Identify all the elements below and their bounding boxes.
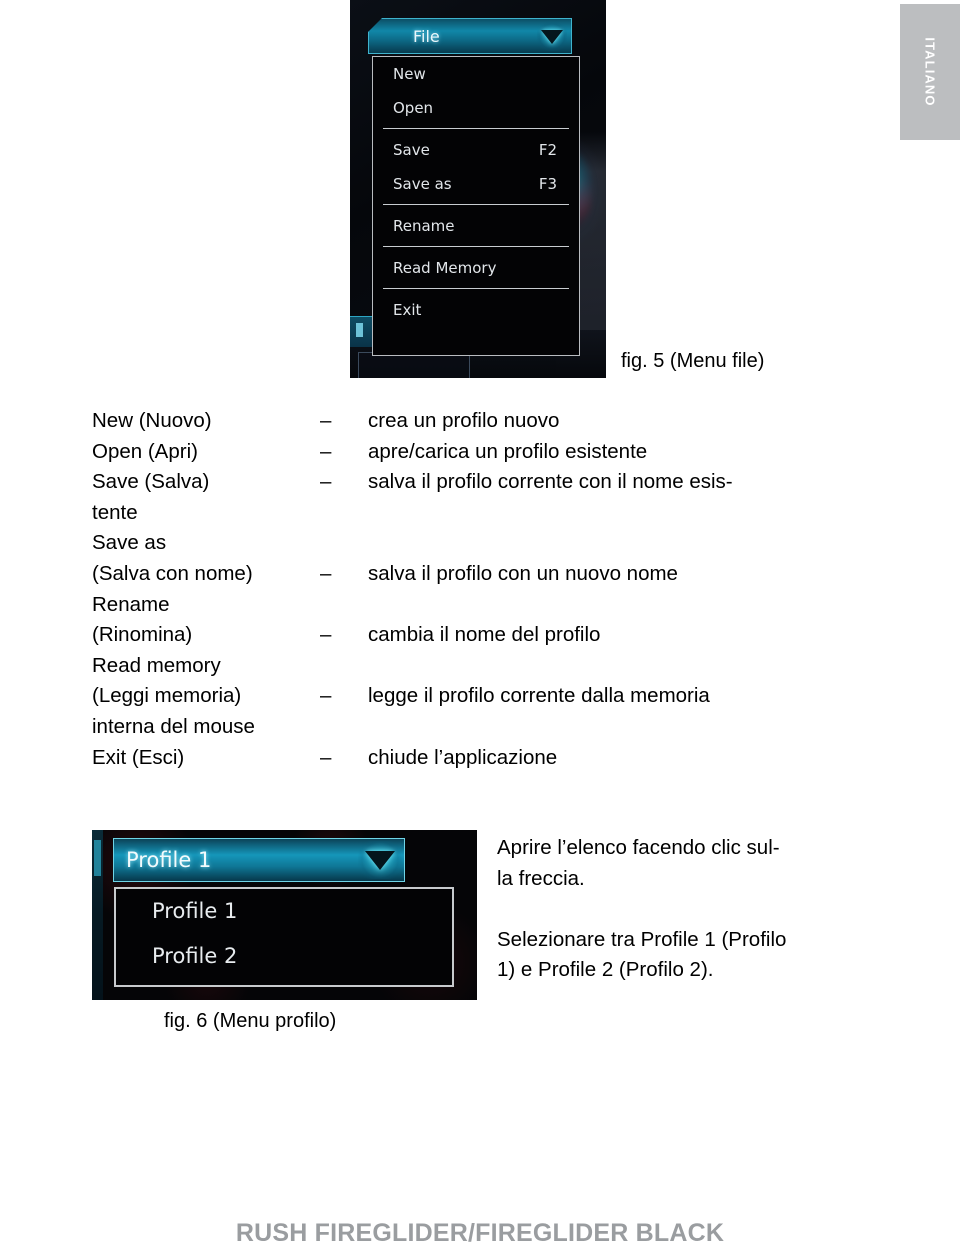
profile-select-value: Profile 1 [126, 848, 212, 872]
menu-item-rename[interactable]: Rename [373, 209, 579, 243]
menu-item-label: Rename [393, 217, 455, 235]
note-line: Selezionare tra Profile 1 (Profilo [497, 927, 787, 951]
menu-separator [383, 204, 569, 205]
language-tab: ITALIANO [900, 4, 960, 140]
description-dash: – [320, 684, 332, 708]
language-tab-label: ITALIANO [922, 37, 938, 107]
description-definition: cambia il nome del profilo [368, 623, 601, 647]
description-term: Open (Apri) [92, 439, 198, 463]
figure-6-caption: fig. 6 (Menu profilo) [164, 1010, 337, 1032]
menu-item-save-as[interactable]: Save as F3 [373, 167, 579, 201]
description-row: Save as [92, 531, 882, 562]
profile-notes: Aprire l’elenco facendo clic sul- la fre… [497, 833, 897, 986]
profile-option-2[interactable]: Profile 2 [116, 934, 452, 979]
menu-item-exit[interactable]: Exit [373, 293, 579, 327]
screenshot-background-left-strip [92, 830, 103, 1000]
file-dropdown-menu[interactable]: New Open Save F2 Save as F3 Rename Read … [372, 56, 580, 356]
description-row: interna del mouse [92, 715, 882, 746]
description-dash: – [320, 439, 332, 463]
description-row: Save (Salva) – salva il profilo corrente… [92, 470, 882, 501]
description-definition: salva il profilo corrente con il nome es… [368, 470, 733, 494]
note-line: 1) e Profile 2 (Profilo 2). [497, 958, 714, 982]
profile-select-button[interactable]: Profile 1 [113, 838, 405, 882]
chevron-down-icon[interactable] [358, 841, 402, 879]
menu-item-read-memory[interactable]: Read Memory [373, 251, 579, 285]
note-line: Aprire l’elenco facendo clic sul- [497, 836, 780, 859]
menu-item-new[interactable]: New [373, 57, 579, 91]
description-term: (Rinomina) [92, 623, 193, 647]
chevron-down-icon[interactable] [537, 22, 567, 51]
profile-option-1[interactable]: Profile 1 [116, 889, 452, 934]
note-line: la freccia. [497, 866, 585, 890]
page-footer: RUSH FIREGLIDER/FIREGLIDER BLACK [235, 1219, 725, 1247]
description-term: tente [92, 500, 138, 524]
description-term: Exit (Esci) [92, 745, 185, 769]
description-dash: – [320, 470, 332, 494]
description-definition: salva il profilo con un nuovo nome [368, 561, 678, 585]
menu-description-list: New (Nuovo) – crea un profilo nuovo Open… [92, 409, 882, 776]
menu-item-save[interactable]: Save F2 [373, 133, 579, 167]
description-definition: apre/carica un profilo esistente [368, 439, 648, 463]
description-term: interna del mouse [92, 714, 255, 738]
file-menu-button[interactable]: File [368, 18, 572, 54]
description-dash: – [320, 623, 332, 647]
menu-item-open[interactable]: Open [373, 91, 579, 125]
description-row: Open (Apri) – apre/carica un profilo esi… [92, 440, 882, 471]
description-term: Save (Salva) [92, 470, 210, 494]
menu-item-label: Save as [393, 175, 452, 193]
description-definition: chiude l’applicazione [368, 745, 558, 769]
description-definition: crea un profilo nuovo [368, 409, 560, 432]
description-row: (Leggi memoria) – legge il profilo corre… [92, 684, 882, 715]
description-row: Read memory [92, 654, 882, 685]
menu-separator [383, 288, 569, 289]
menu-separator [383, 246, 569, 247]
description-row: (Salva con nome) – salva il profilo con … [92, 562, 882, 593]
menu-item-label: Read Memory [393, 259, 497, 277]
menu-item-label: New [393, 65, 426, 83]
file-menu-button-label: File [413, 27, 440, 46]
menu-item-label: Exit [393, 301, 422, 319]
description-row: tente [92, 501, 882, 532]
description-term: (Leggi memoria) [92, 684, 242, 708]
figure-5-caption: fig. 5 (Menu file) [621, 350, 765, 372]
description-row: Rename [92, 593, 882, 624]
note-spacer [497, 894, 897, 925]
profile-dropdown-list[interactable]: Profile 1 Profile 2 [114, 887, 454, 987]
screenshot-background-left-chip [350, 316, 373, 347]
description-row: (Rinomina) – cambia il nome del profilo [92, 623, 882, 654]
menu-item-label: Open [393, 99, 434, 117]
menu-separator [383, 128, 569, 129]
figure-6-screenshot: Profile 1 Profile 1 Profile 2 [92, 830, 477, 1000]
menu-item-shortcut: F2 [538, 141, 557, 159]
menu-item-label: Save [393, 141, 430, 159]
description-term: New (Nuovo) [92, 409, 212, 432]
menu-item-shortcut: F3 [538, 175, 557, 193]
description-row: New (Nuovo) – crea un profilo nuovo [92, 409, 882, 440]
description-row: Exit (Esci) – chiude l’applicazione [92, 746, 882, 777]
description-dash: – [320, 409, 332, 432]
figure-5-screenshot: File New Open Save F2 Save as F3 Rename … [350, 0, 606, 378]
description-dash: – [320, 561, 332, 585]
description-term: Read memory [92, 653, 221, 677]
description-term: Save as [92, 531, 167, 555]
description-term: (Salva con nome) [92, 561, 253, 585]
description-dash: – [320, 745, 332, 769]
description-term: Rename [92, 592, 170, 616]
description-definition: legge il profilo corrente dalla memoria [368, 684, 710, 708]
